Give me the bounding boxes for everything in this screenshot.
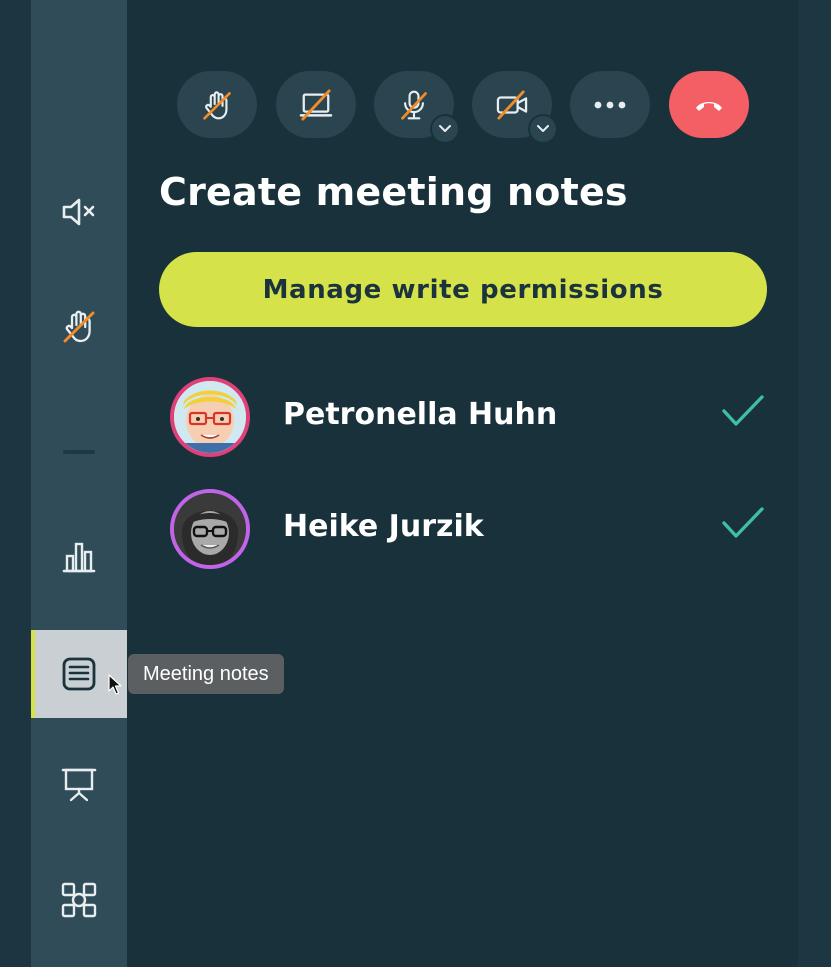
screen-share-off-icon	[299, 88, 333, 121]
sidebar-tooltip: Meeting notes	[128, 654, 284, 694]
participant-name: Petronella Huhn	[283, 397, 558, 432]
check-icon	[722, 395, 764, 426]
phone-hangup-icon	[696, 101, 722, 111]
participant-name: Heike Jurzik	[283, 509, 484, 544]
app-frame: Meeting notes Create meeting notes Manag…	[0, 0, 831, 967]
mic-off-icon	[401, 90, 427, 120]
screen-share-button[interactable]	[276, 71, 356, 138]
raise-hand-button[interactable]	[177, 71, 257, 138]
avatar	[170, 489, 250, 569]
chevron-down-icon	[439, 125, 451, 132]
camera-off-icon	[496, 89, 528, 120]
apps-grid-icon	[61, 882, 97, 918]
hang-up-button[interactable]	[669, 71, 749, 138]
microphone-menu-button[interactable]	[430, 114, 460, 144]
hand-off-icon	[203, 90, 231, 120]
sidebar-item-mute-all[interactable]	[31, 168, 127, 256]
manage-write-permissions-button[interactable]: Manage write permissions	[159, 252, 767, 327]
more-dots-icon	[594, 101, 626, 108]
sidebar-divider	[63, 450, 95, 454]
sidebar-item-presentation[interactable]	[31, 740, 127, 828]
hand-off-icon	[63, 310, 95, 343]
avatar	[170, 377, 250, 457]
presentation-board-icon	[61, 768, 97, 802]
participant-row: Heike Jurzik	[159, 484, 767, 574]
speaker-mute-icon	[62, 198, 95, 226]
sidebar-item-apps[interactable]	[31, 856, 127, 944]
microphone-button[interactable]	[374, 71, 460, 144]
more-options-button[interactable]	[570, 71, 650, 138]
camera-menu-button[interactable]	[528, 114, 558, 144]
bar-chart-icon	[62, 542, 96, 573]
chevron-down-icon	[537, 125, 549, 132]
camera-button[interactable]	[472, 71, 558, 144]
sidebar-item-polls[interactable]	[31, 512, 127, 600]
sidebar-item-lower-hands[interactable]	[31, 282, 127, 370]
participant-row: Petronella Huhn	[159, 372, 767, 462]
mouse-cursor-icon	[108, 674, 122, 695]
left-edge	[0, 0, 31, 967]
notes-icon	[62, 657, 96, 691]
panel-title: Create meeting notes	[159, 170, 628, 214]
right-edge	[798, 0, 831, 967]
check-icon	[722, 507, 764, 538]
